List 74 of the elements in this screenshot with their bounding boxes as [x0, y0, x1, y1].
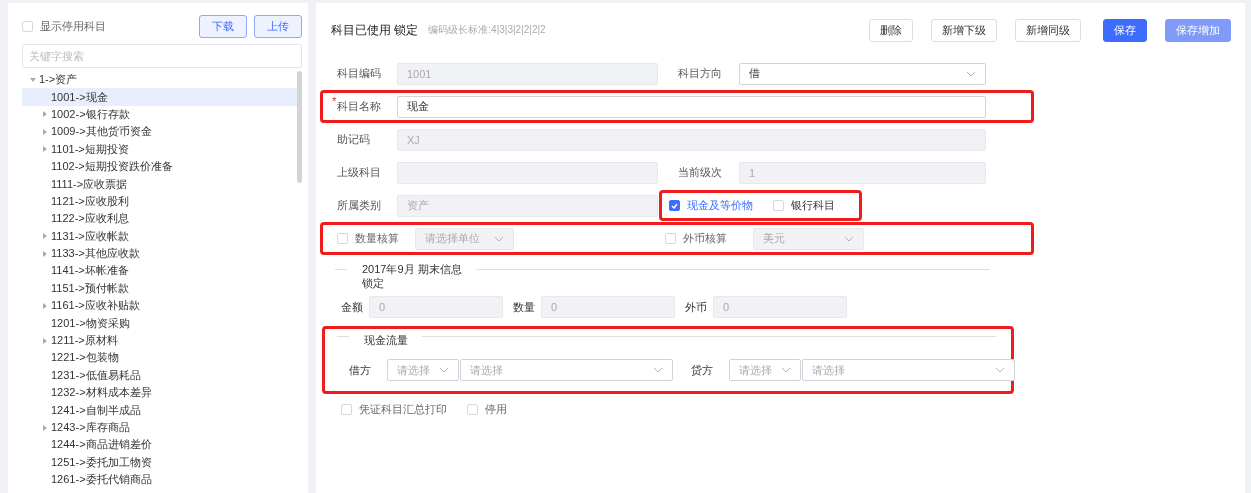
chevron-down-icon — [966, 70, 976, 77]
tree-item[interactable]: 1151->预付帐款 — [22, 279, 298, 298]
checkbox-label: 凭证科目汇总打印 — [359, 402, 447, 417]
caret-right-icon[interactable] — [42, 337, 48, 344]
caret-right-icon[interactable] — [42, 128, 48, 135]
tree-item[interactable]: 1201->物资采购 — [22, 314, 298, 332]
field-label: 借方 — [349, 362, 372, 378]
select-field[interactable]: 借 — [739, 62, 986, 85]
form-title: 科目已使用 锁定 — [331, 21, 419, 39]
tree-item[interactable]: 1251->委托加工物资 — [22, 453, 298, 471]
section-title: 现金流量 — [363, 333, 409, 347]
tree-item[interactable]: 1141->坏帐准备 — [22, 262, 298, 280]
tree-item[interactable]: 1111->应收票据 — [22, 175, 298, 193]
caret-right-icon[interactable] — [42, 233, 48, 240]
chevron-down-icon — [781, 367, 791, 373]
tree-item[interactable]: 1243->库存商品 — [22, 418, 298, 437]
sidebar-button[interactable]: 下载 — [199, 15, 247, 38]
code-length-note: 编码级长标准:4|3|3|2|2|2|2 — [428, 23, 546, 37]
caret-right-icon[interactable] — [42, 424, 48, 431]
chevron-down-icon — [653, 367, 663, 373]
chevron-down-icon — [439, 367, 449, 373]
checkbox-label: 停用 — [485, 402, 507, 417]
tree-item[interactable]: 1009->其他货币资金 — [22, 123, 298, 141]
field-label: 所属类别 — [337, 198, 382, 213]
caret-right-icon[interactable] — [42, 250, 48, 257]
required-mark: * — [332, 95, 337, 107]
tree-item[interactable]: 1261->委托代销商品 — [22, 471, 298, 489]
field-label: 科目编码 — [337, 66, 382, 81]
tree-item[interactable]: 1211->原材料 — [22, 331, 298, 350]
chevron-down-icon — [494, 235, 504, 242]
tree-item[interactable]: 1244->商品进销差价 — [22, 436, 298, 454]
input-field[interactable]: 现金 — [397, 95, 986, 118]
tree-item[interactable]: 1161->应收补贴款 — [22, 297, 298, 315]
tree-item[interactable]: 1133->其他应收款 — [22, 244, 298, 263]
field-label: 当前级次 — [678, 165, 723, 180]
chevron-down-icon — [844, 235, 854, 242]
checkbox-label: 数量核算 — [355, 231, 399, 246]
toolbar-button[interactable]: 保存 — [1103, 18, 1147, 42]
field-label: 贷方 — [691, 362, 714, 378]
tree-item[interactable]: 1102->短期投资跌价准备 — [22, 157, 298, 176]
toolbar-button[interactable]: 新增下级 — [931, 18, 997, 42]
tree-item[interactable]: 1101->短期投资 — [22, 140, 298, 158]
tree-item[interactable]: 1131->应收帐款 — [22, 227, 298, 245]
sidebar-button[interactable]: 上传 — [254, 15, 302, 38]
toolbar-button[interactable]: 新增同级 — [1015, 18, 1081, 42]
toolbar-button[interactable]: 删除 — [869, 18, 913, 42]
caret-right-icon[interactable] — [42, 111, 48, 118]
field-label: 金额 — [341, 299, 363, 315]
checkbox-label: 外币核算 — [683, 231, 727, 246]
tree-item[interactable]: 1001->现金 — [22, 88, 298, 106]
caret-right-icon[interactable] — [42, 146, 48, 153]
checkbox-label: 现金及等价物 — [687, 198, 753, 213]
section-title: 2017年9月 期末信息 — [362, 262, 462, 276]
tree-item[interactable]: 1122->应收利息 — [22, 210, 298, 228]
checkbox[interactable] — [669, 200, 680, 211]
caret-down-icon[interactable] — [30, 76, 36, 83]
lock-status: 锁定 — [362, 276, 385, 290]
field-label: 数量 — [513, 299, 535, 315]
chevron-down-icon — [995, 367, 1005, 373]
scrollbar-thumb[interactable] — [297, 71, 302, 183]
tree-item[interactable]: 1->资产 — [22, 71, 298, 89]
tree-item[interactable]: 1231->低值易耗品 — [22, 366, 298, 385]
checkbox-label: 银行科目 — [791, 198, 835, 213]
tree-item[interactable]: 1002->银行存款 — [22, 105, 298, 124]
field-label: 上级科目 — [337, 165, 382, 180]
field-label: 助记码 — [337, 132, 371, 147]
field-label: 科目方向 — [678, 66, 723, 81]
tree-item[interactable]: 1241->自制半成品 — [22, 401, 298, 419]
field-label: 外币 — [685, 299, 707, 315]
tree-item[interactable]: 1221->包装物 — [22, 349, 298, 367]
tree-item[interactable]: 1232->材料成本差异 — [22, 384, 298, 402]
checkbox-label: 显示停用科目 — [40, 19, 106, 34]
caret-right-icon[interactable] — [42, 302, 48, 309]
tree-item[interactable]: 1121->应收股利 — [22, 192, 298, 211]
